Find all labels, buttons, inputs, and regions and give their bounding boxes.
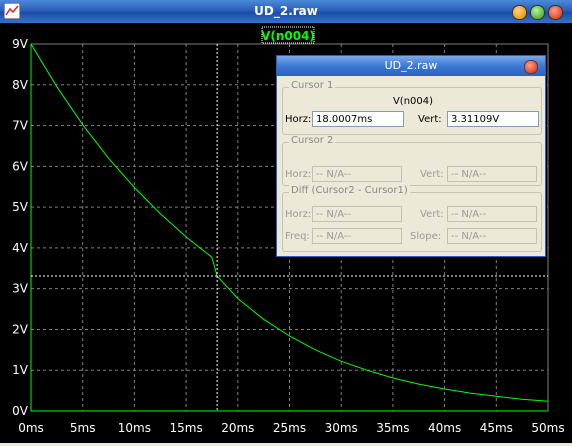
x-tick-labels: 0ms 5ms 10ms 15ms 20ms 25ms 30ms 35ms 40ms 45ms 50… [18,421,564,435]
window-title: UD_2.raw [254,4,318,18]
y-tick-label: 1V [12,363,29,377]
x-tick-label: 25ms [273,421,306,435]
cursor2-horz-field: -- N/A-- [312,166,402,182]
x-tick-label: 40ms [428,421,461,435]
x-tick-label: 30ms [325,421,358,435]
close-button[interactable] [548,5,563,20]
x-tick-label: 15ms [169,421,202,435]
diff-freq-field: -- N/A-- [312,228,402,244]
y-tick-label: 7V [12,119,29,133]
x-tick-label: 0ms [18,421,44,435]
diff-slope-label: Slope: [410,231,442,242]
x-tick-label: 5ms [70,421,96,435]
y-tick-label: 3V [12,282,29,296]
dialog-title: UD_2.raw [384,59,438,72]
cursor1-horz-label: Horz: [285,114,312,125]
y-tick-label: 2V [12,322,29,336]
diff-vert-field: -- N/A-- [447,206,537,222]
x-tick-label: 20ms [221,421,254,435]
title-bar[interactable]: UD_2.raw [0,0,572,24]
y-tick-label: 0V [12,404,29,418]
y-tick-label: 6V [12,159,29,173]
diff-horz-label: Horz: [285,209,312,220]
y-tick-label: 5V [12,200,29,214]
diff-slope-field: -- N/A-- [447,228,537,244]
cursor1-signal-name: V(n004) [392,96,434,107]
maximize-button[interactable] [530,5,545,20]
x-tick-label: 10ms [118,421,151,435]
y-tick-labels: 0V 1V 2V 3V 4V 5V 6V 7V 8V 9V [12,37,29,418]
cursor1-group: Cursor 1 V(n004) Horz: 18.0007ms Vert: 3… [282,80,542,135]
y-tick-label: 4V [12,241,29,255]
trace-label[interactable]: V(n004) [261,29,315,43]
cursor2-horz-label: Horz: [285,169,312,180]
y-tick-label: 8V [12,78,29,92]
minimize-button[interactable] [512,5,527,20]
diff-vert-label: Vert: [420,209,444,220]
dialog-title-bar[interactable]: UD_2.raw [277,56,545,76]
cursor2-vert-label: Vert: [420,169,444,180]
diff-group-title: Diff (Cursor2 - Cursor1) [289,185,410,196]
diff-group: Diff (Cursor2 - Cursor1) Horz: -- N/A-- … [282,185,542,252]
cursor1-group-title: Cursor 1 [289,80,336,91]
cursor2-group-title: Cursor 2 [289,135,336,146]
cursor2-group: Cursor 2 Horz: -- N/A-- Vert: -- N/A-- [282,135,542,186]
cursor-dialog: UD_2.raw Cursor 1 V(n004) Horz: 18.0007m… [276,55,546,257]
x-tick-label: 45ms [480,421,513,435]
cursor2-vert-field: -- N/A-- [447,166,537,182]
cursor1-vert-label: Vert: [418,114,442,125]
cursor1-vert-field[interactable]: 3.31109V [447,111,539,127]
x-tick-label: 35ms [376,421,409,435]
dialog-close-button[interactable] [524,60,538,74]
diff-freq-label: Freq: [285,231,310,242]
cursor1-horz-field[interactable]: 18.0007ms [312,111,404,127]
y-tick-label: 9V [12,37,29,51]
diff-horz-field: -- N/A-- [312,206,402,222]
x-tick-label: 50ms [531,421,564,435]
waveform-window: UD_2.raw 0V 1V 2V 3V 4V 5V 6V 7V 8V 9V 0ms 5ms 10ms… [0,0,572,443]
